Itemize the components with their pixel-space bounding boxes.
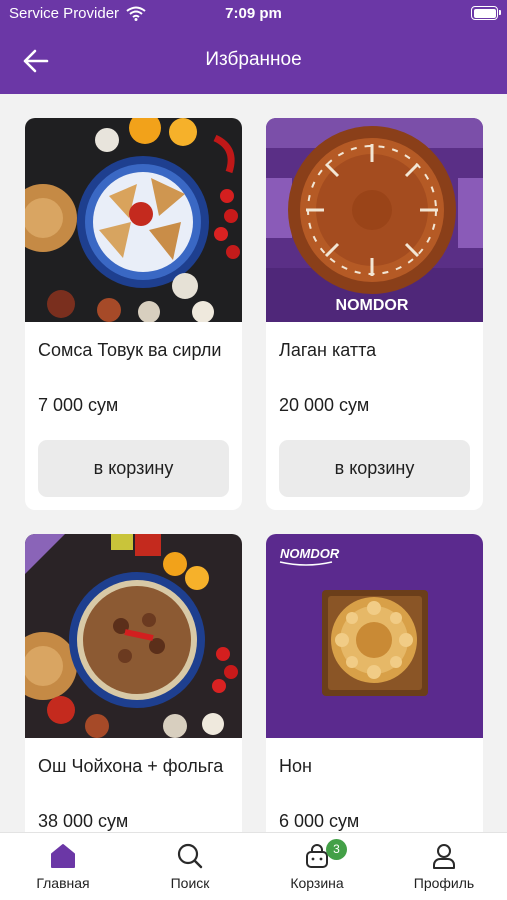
tab-bar: Главная Поиск 3 Корзина Профиль bbox=[0, 832, 507, 900]
status-bar: Service Provider 7:09 pm bbox=[0, 0, 507, 28]
tab-cart[interactable]: 3 Корзина bbox=[254, 833, 380, 900]
product-card[interactable]: NOMDOR Нон 6 000 сум bbox=[266, 534, 483, 832]
product-name: Нон bbox=[279, 756, 312, 776]
tab-home[interactable]: Главная bbox=[0, 833, 126, 900]
product-price: 38 000 сум bbox=[38, 811, 129, 831]
cart-count-badge: 3 bbox=[326, 839, 347, 860]
tab-label: Главная bbox=[36, 875, 90, 891]
svg-text:NOMDOR: NOMDOR bbox=[336, 297, 409, 314]
product-image-somsa bbox=[25, 118, 242, 322]
battery-icon bbox=[471, 6, 501, 20]
add-to-cart-button[interactable]: в корзину bbox=[38, 440, 229, 497]
svg-text:NOMDOR: NOMDOR bbox=[280, 546, 340, 561]
product-card[interactable]: Сомса Товук ва сирли 7 000 сум в корзину bbox=[25, 118, 242, 510]
favorites-grid: Сомса Товук ва сирли 7 000 сум в корзину bbox=[0, 94, 507, 832]
tab-label: Поиск bbox=[170, 875, 210, 891]
product-price: 7 000 сум bbox=[38, 395, 119, 415]
profile-icon bbox=[433, 844, 455, 869]
product-price: 6 000 сум bbox=[279, 811, 360, 831]
add-to-cart-button[interactable]: в корзину bbox=[279, 440, 470, 497]
page-title: Избранное bbox=[205, 49, 302, 70]
product-name: Сомса Товук ва сирли bbox=[38, 340, 222, 360]
product-price: 20 000 сум bbox=[279, 395, 370, 415]
clock: 7:09 pm bbox=[225, 5, 282, 22]
product-card[interactable]: Ош Чойхона + фольга 38 000 сум bbox=[25, 534, 242, 832]
tab-label: Профиль bbox=[413, 875, 475, 891]
tab-search[interactable]: Поиск bbox=[127, 833, 253, 900]
product-image-osh bbox=[25, 534, 242, 738]
product-name: Ош Чойхона + фольга bbox=[38, 756, 224, 776]
search-icon bbox=[177, 843, 203, 869]
product-name: Лаган катта bbox=[279, 340, 377, 360]
tab-label: Корзина bbox=[290, 875, 344, 891]
app-bar: Избранное bbox=[0, 28, 507, 94]
product-image-lagan: NOMDOR bbox=[266, 118, 483, 322]
product-card[interactable]: NOMDOR Лаган катта 20 000 сум в корзину bbox=[266, 118, 483, 510]
product-image-non: NOMDOR bbox=[266, 534, 483, 738]
home-icon bbox=[51, 844, 75, 868]
tab-profile[interactable]: Профиль bbox=[381, 833, 507, 900]
